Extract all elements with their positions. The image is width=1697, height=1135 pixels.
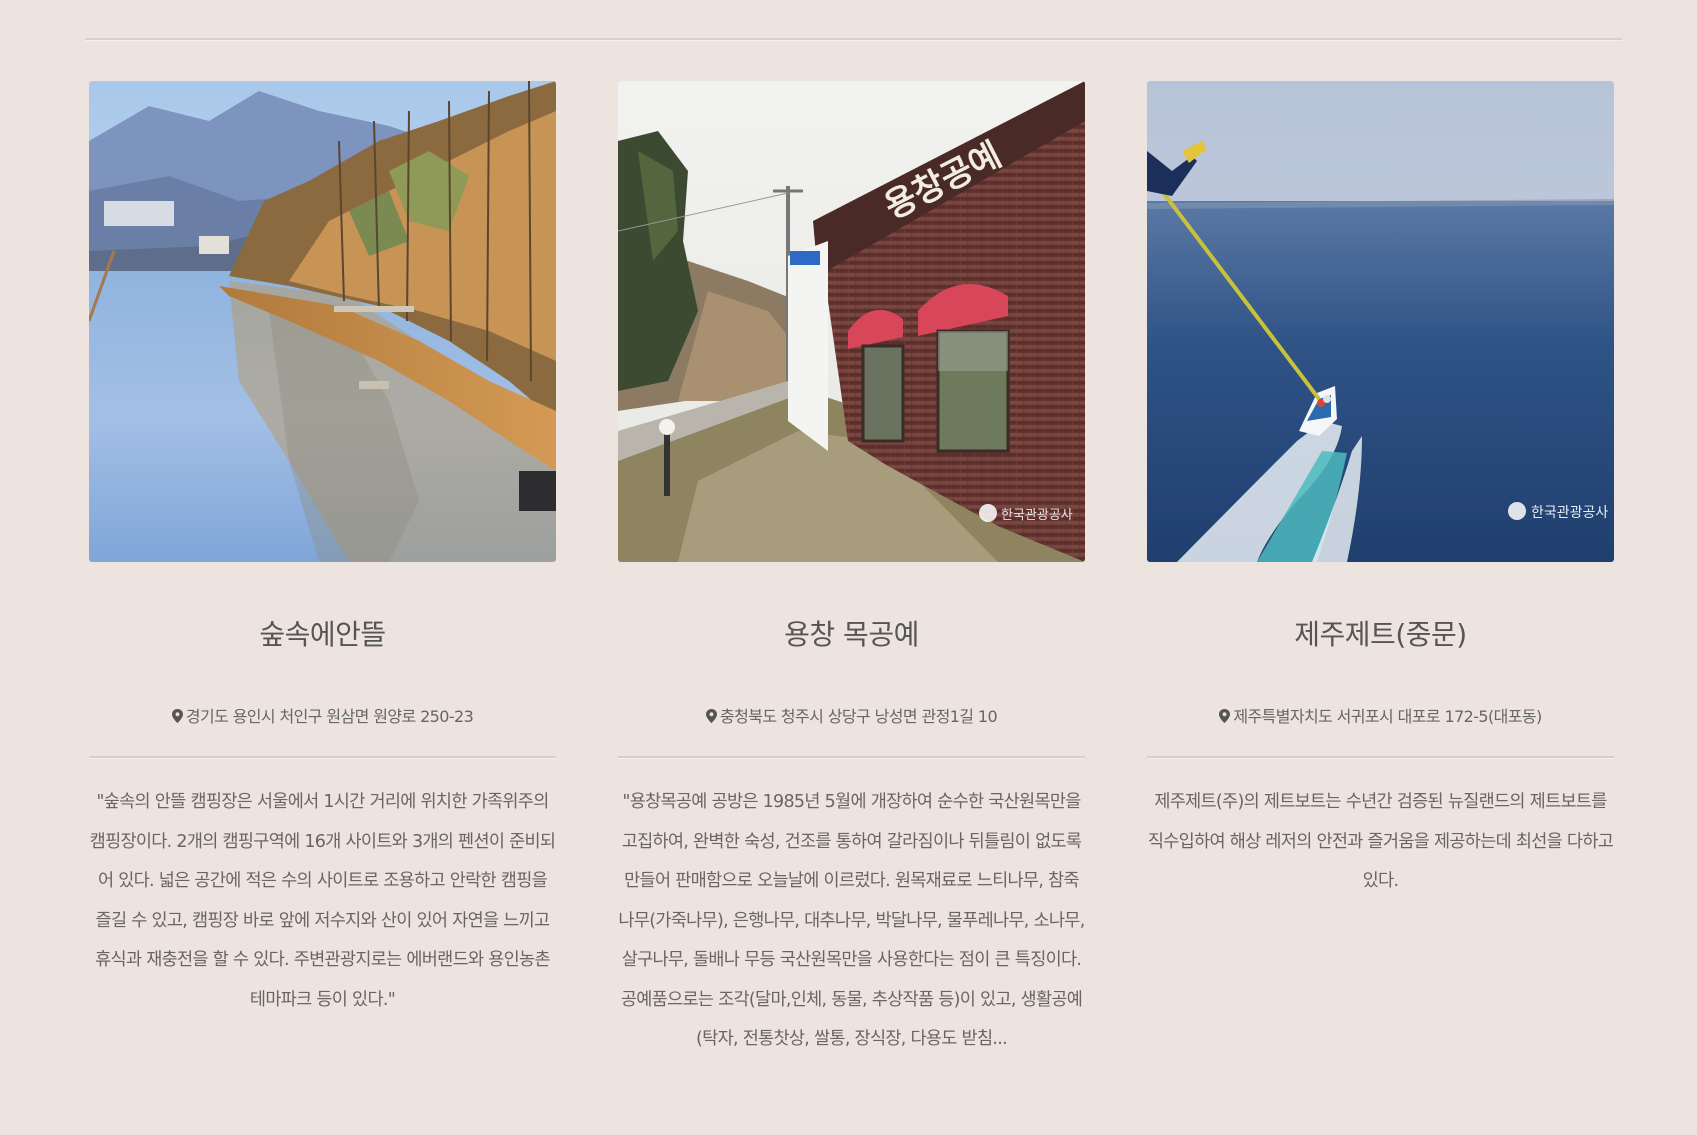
map-pin-icon <box>705 709 717 723</box>
map-pin-icon <box>171 709 183 723</box>
card-address: 충청북도 청주시 상당구 낭성면 관정1길 10 <box>618 703 1085 727</box>
card-address: 경기도 용인시 처인구 원삼면 원양로 250-23 <box>89 703 556 727</box>
card-address-text: 경기도 용인시 처인구 원삼면 원양로 250-23 <box>185 707 474 726</box>
photo-watermark: 한국관광공사 <box>1001 508 1073 523</box>
card-address-text: 충청북도 청주시 상당구 낭성면 관정1길 10 <box>719 707 998 726</box>
card-address: 제주특별자치도 서귀포시 대포로 172-5(대포동) <box>1147 703 1614 727</box>
card-description: "숲속의 안뜰 캠핑장은 서울에서 1시간 거리에 위치한 가족위주의 캠핑장이… <box>89 792 556 1010</box>
card-photo-jet-boat[interactable]: 한국관광공사 <box>1147 81 1614 562</box>
top-divider <box>85 38 1622 41</box>
card-divider <box>618 756 1085 759</box>
card-photo-woodcraft-shop[interactable]: 용창공예 한국관광공사 <box>618 81 1085 562</box>
card-title[interactable]: 제주제트(중문) <box>1147 613 1614 653</box>
photo-watermark: 한국관광공사 <box>1531 505 1608 521</box>
map-pin-icon <box>1219 709 1231 723</box>
card-title[interactable]: 숲속에안뜰 <box>89 613 556 653</box>
place-card[interactable]: 한국관광공사 제주제트(중문) 제주특별자치도 서귀포시 대포로 172-5(대… <box>1147 81 1614 891</box>
card-photo-lake-camping[interactable] <box>89 81 556 562</box>
card-grid: 숲속에안뜰 경기도 용인시 처인구 원삼면 원양로 250-23 "숲속의 안뜰… <box>89 81 1616 1101</box>
card-description: "용창목공예 공방은 1985년 5월에 개장하여 순수한 국산원목만을 고집하… <box>618 792 1085 1049</box>
card-address-text: 제주특별자치도 서귀포시 대포로 172-5(대포동) <box>1233 707 1542 726</box>
card-divider <box>89 756 556 759</box>
card-title[interactable]: 용창 목공예 <box>618 613 1085 653</box>
place-card[interactable]: 숲속에안뜰 경기도 용인시 처인구 원삼면 원양로 250-23 "숲속의 안뜰… <box>89 81 556 1010</box>
place-card[interactable]: 용창공예 한국관광공사 용창 목공예 충청북도 청주시 상당구 낭성면 관정1길… <box>618 81 1085 1049</box>
card-divider <box>1147 756 1614 759</box>
card-description: 제주제트(주)의 제트보트는 수년간 검증된 뉴질랜드의 제트보트를 직수입하여… <box>1147 792 1614 891</box>
